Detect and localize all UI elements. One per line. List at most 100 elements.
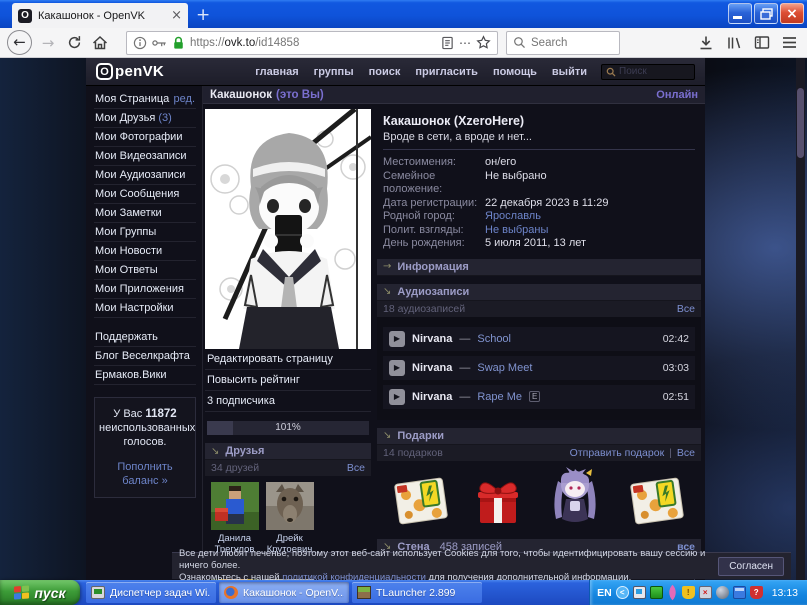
update-orb-icon[interactable] bbox=[715, 586, 729, 599]
sidebar-item-photos[interactable]: Мои Фотографии bbox=[94, 128, 196, 147]
privacy-policy-link[interactable]: политикой конфиденциальности bbox=[282, 572, 426, 580]
hometown-link[interactable]: Ярославль bbox=[485, 210, 541, 224]
reload-button[interactable] bbox=[62, 35, 86, 50]
play-icon[interactable]: ▶ bbox=[389, 330, 405, 347]
minimize-button[interactable] bbox=[728, 3, 752, 24]
task-button-browser[interactable]: Какашонок - OpenV... bbox=[219, 582, 349, 603]
top-up-balance-link[interactable]: Пополнить баланс » bbox=[99, 460, 191, 488]
network-error-icon[interactable]: × bbox=[698, 586, 712, 599]
nav-home[interactable]: главная bbox=[255, 66, 298, 78]
nav-search[interactable]: поиск bbox=[369, 66, 401, 78]
search-input[interactable] bbox=[531, 36, 601, 49]
volume-meter-icon[interactable] bbox=[649, 586, 663, 599]
subscribers-link[interactable]: 3 подписчика bbox=[205, 391, 371, 412]
search-bar[interactable] bbox=[506, 30, 620, 55]
friend-avatar[interactable] bbox=[210, 482, 259, 530]
gift-nugget-box[interactable] bbox=[629, 475, 685, 527]
play-icon[interactable]: ▶ bbox=[389, 388, 405, 405]
bookmark-star-icon[interactable] bbox=[476, 35, 491, 50]
friend-card[interactable]: Данила Трегулов bbox=[208, 482, 261, 555]
friends-subheader: 34 друзей Все bbox=[205, 460, 371, 476]
task-button-task-manager[interactable]: Диспетчер задач Wi... bbox=[86, 582, 216, 603]
audio-track[interactable]: ▶ Nirvana — Rape Me E 02:51 bbox=[383, 384, 695, 409]
edit-link[interactable]: ред. bbox=[174, 93, 195, 105]
gifts-all-link[interactable]: Все bbox=[677, 447, 695, 459]
page-scrollbar[interactable] bbox=[796, 58, 805, 580]
sidebar-item-wiki[interactable]: Ермаков.Вики bbox=[94, 366, 196, 385]
forward-button[interactable]: → bbox=[36, 34, 60, 52]
its-you-label[interactable]: (это Вы) bbox=[276, 89, 324, 101]
sidebar-item-videos[interactable]: Мои Видеозаписи bbox=[94, 147, 196, 166]
permissions-key-icon[interactable] bbox=[152, 37, 167, 49]
audio-track[interactable]: ▶ Nirvana — Swap Meet 03:03 bbox=[383, 355, 695, 380]
library-button[interactable] bbox=[726, 35, 742, 51]
reader-mode-icon[interactable] bbox=[441, 36, 454, 50]
profile-status[interactable]: Вроде в сети, а вроде и нет... bbox=[383, 131, 695, 143]
friend-card[interactable]: Дрейк Крутоевич bbox=[263, 482, 316, 555]
page-actions-icon[interactable]: ⋯ bbox=[459, 36, 471, 50]
nav-groups[interactable]: группы bbox=[314, 66, 354, 78]
info-section-header[interactable]: → Информация bbox=[377, 258, 701, 276]
sidebar-item-notes[interactable]: Мои Заметки bbox=[94, 204, 196, 223]
close-button[interactable]: × bbox=[780, 3, 804, 24]
url-bar[interactable]: https://ovk.to/id14858 ⋯ bbox=[126, 30, 498, 55]
site-search-input[interactable] bbox=[619, 66, 689, 77]
sidebar-item-answers[interactable]: Мои Ответы bbox=[94, 261, 196, 280]
nav-logout[interactable]: выйти bbox=[552, 66, 587, 78]
sidebar-item-groups[interactable]: Мои Группы bbox=[94, 223, 196, 242]
sidebar-item-donate[interactable]: Поддержать bbox=[94, 328, 196, 347]
task-button-tlauncher[interactable]: TLauncher 2.899 bbox=[352, 582, 482, 603]
sidebar-item-blog[interactable]: Блог Веселкрафта bbox=[94, 347, 196, 366]
openvk-logo[interactable]: O penVK bbox=[96, 63, 164, 80]
sidebar-item-apps[interactable]: Мои Приложения bbox=[94, 280, 196, 299]
increase-rating-link[interactable]: Повысить рейтинг bbox=[205, 370, 371, 391]
tab-close-icon[interactable]: × bbox=[171, 9, 182, 22]
sidebar-item-my-page[interactable]: ред. Моя Страница bbox=[94, 90, 196, 109]
start-button[interactable]: пуск bbox=[0, 580, 80, 605]
profile-avatar[interactable] bbox=[205, 109, 371, 349]
sidebar-item-friends[interactable]: Мои Друзья (3) bbox=[94, 109, 196, 128]
language-indicator[interactable]: EN bbox=[597, 587, 612, 599]
page-info-icon[interactable] bbox=[133, 36, 147, 50]
pen-icon[interactable] bbox=[664, 584, 680, 601]
menu-hamburger-button[interactable] bbox=[782, 36, 797, 49]
sidebar-item-settings[interactable]: Мои Настройки bbox=[94, 299, 196, 318]
sidebar-item-messages[interactable]: Мои Сообщения bbox=[94, 185, 196, 204]
antivirus-shield-icon[interactable]: ? bbox=[749, 586, 763, 599]
sidebar-item-news[interactable]: Мои Новости bbox=[94, 242, 196, 261]
cookie-agree-button[interactable]: Согласен bbox=[718, 556, 784, 576]
gift-nugget-box[interactable] bbox=[393, 475, 449, 527]
send-gift-link[interactable]: Отправить подарок bbox=[570, 447, 665, 459]
browser-tab[interactable]: O Какашонок - OpenVK × bbox=[12, 3, 188, 28]
play-icon[interactable]: ▶ bbox=[389, 359, 405, 376]
audio-track[interactable]: ▶ Nirvana — School 02:42 bbox=[383, 326, 695, 351]
sidebar-item-audios[interactable]: Мои Аудиозаписи bbox=[94, 166, 196, 185]
hide-icons-chevron[interactable]: < bbox=[615, 586, 629, 599]
gift-present-box[interactable] bbox=[474, 475, 522, 527]
audio-section-header[interactable]: ↘ Аудиозаписи bbox=[377, 283, 701, 301]
friends-all-link[interactable]: Все bbox=[347, 462, 365, 474]
security-warning-icon[interactable]: ! bbox=[681, 586, 695, 599]
nav-invite[interactable]: пригласить bbox=[415, 66, 478, 78]
scrollbar-thumb[interactable] bbox=[797, 88, 804, 158]
votes-box: У Вас 11872 неиспользованных голосов. По… bbox=[94, 397, 196, 498]
home-button[interactable] bbox=[88, 35, 112, 51]
maximize-button[interactable] bbox=[754, 3, 778, 24]
sidebars-button[interactable] bbox=[754, 35, 770, 50]
friends-section-header[interactable]: ↘ Друзья bbox=[205, 443, 371, 460]
edit-page-link[interactable]: Редактировать страницу bbox=[205, 349, 371, 370]
nav-help[interactable]: помощь bbox=[493, 66, 537, 78]
friend-avatar[interactable] bbox=[265, 482, 314, 530]
new-tab-button[interactable]: + bbox=[196, 5, 210, 25]
cookie-banner: Все дети любят печенье, поэтому этот веб… bbox=[172, 548, 791, 580]
audio-all-link[interactable]: Все bbox=[677, 303, 695, 315]
network-monitor-icon[interactable] bbox=[632, 586, 646, 599]
window-app-icon[interactable] bbox=[732, 586, 746, 599]
back-button[interactable]: ← bbox=[7, 30, 32, 55]
site-search-box[interactable] bbox=[601, 63, 695, 80]
downloads-button[interactable] bbox=[698, 35, 714, 51]
politics-link[interactable]: Не выбраны bbox=[485, 224, 548, 238]
gifts-section-header[interactable]: ↘ Подарки bbox=[377, 427, 701, 445]
url-text[interactable]: https://ovk.to/id14858 bbox=[190, 37, 436, 49]
gift-anime-girl[interactable] bbox=[546, 466, 604, 527]
